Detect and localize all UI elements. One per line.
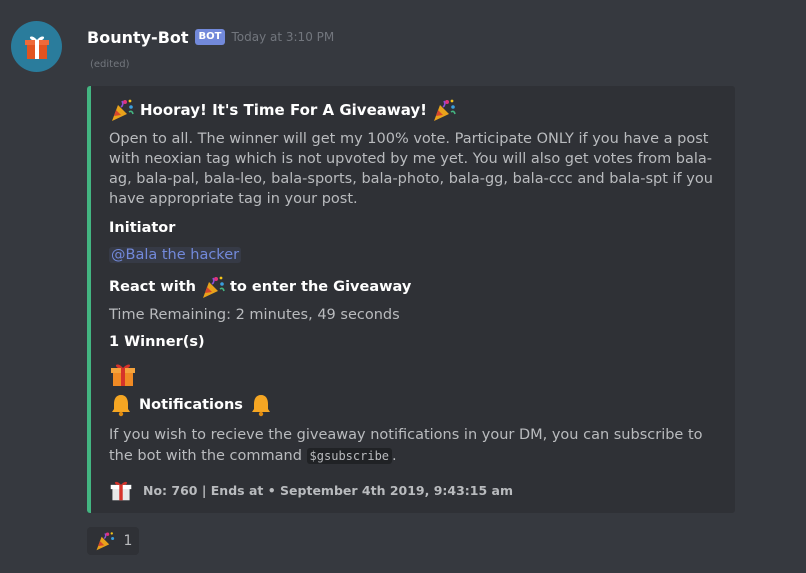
react-instruction: React with to enter the Giveaway xyxy=(109,274,411,300)
reaction-count: 1 xyxy=(123,533,133,549)
party-popper-icon xyxy=(94,530,116,552)
time-remaining: Time Remaining: 2 minutes, 49 seconds xyxy=(109,307,400,323)
initiator-label: Initiator xyxy=(109,220,176,236)
notifications-heading: Notifications xyxy=(109,393,273,417)
embed-title-text: Hooray! It's Time For A Giveaway! xyxy=(140,101,428,119)
edited-marker: (edited) xyxy=(90,59,130,70)
react-prefix: React with xyxy=(109,279,196,295)
giveaway-embed: Hooray! It's Time For A Giveaway! Open t… xyxy=(87,86,735,513)
bell-icon xyxy=(249,393,273,417)
party-popper-icon xyxy=(431,97,457,123)
avatar[interactable] xyxy=(11,21,62,72)
timestamp: Today at 3:10 PM xyxy=(231,30,335,44)
embed-description: Open to all. The winner will get my 100%… xyxy=(109,131,713,207)
username[interactable]: Bounty-Bot xyxy=(87,28,189,47)
reaction-button[interactable]: 1 xyxy=(87,527,139,555)
react-suffix: to enter the Giveaway xyxy=(229,279,412,295)
gift-icon xyxy=(109,478,133,502)
notifications-text: If you wish to recieve the giveaway noti… xyxy=(109,425,721,467)
subscribe-command: $gsubscribe xyxy=(306,448,393,464)
embed-title: Hooray! It's Time For A Giveaway! xyxy=(109,97,457,123)
notifications-label: Notifications xyxy=(139,397,243,413)
gift-icon xyxy=(23,33,51,61)
footer-text: No: 760 | Ends at • September 4th 2019, … xyxy=(143,482,514,498)
initiator-mention[interactable]: @Bala the hacker xyxy=(109,247,242,263)
embed-footer: No: 760 | Ends at • September 4th 2019, … xyxy=(109,478,513,502)
gift-icon xyxy=(109,360,137,392)
party-popper-icon xyxy=(200,274,226,300)
notifications-text-2: . xyxy=(392,448,397,464)
bell-icon xyxy=(109,393,133,417)
notifications-text-1: If you wish to recieve the giveaway noti… xyxy=(109,427,703,464)
winners-count: 1 Winner(s) xyxy=(109,334,205,350)
bot-tag: BOT xyxy=(194,29,226,45)
party-popper-icon xyxy=(109,97,135,123)
